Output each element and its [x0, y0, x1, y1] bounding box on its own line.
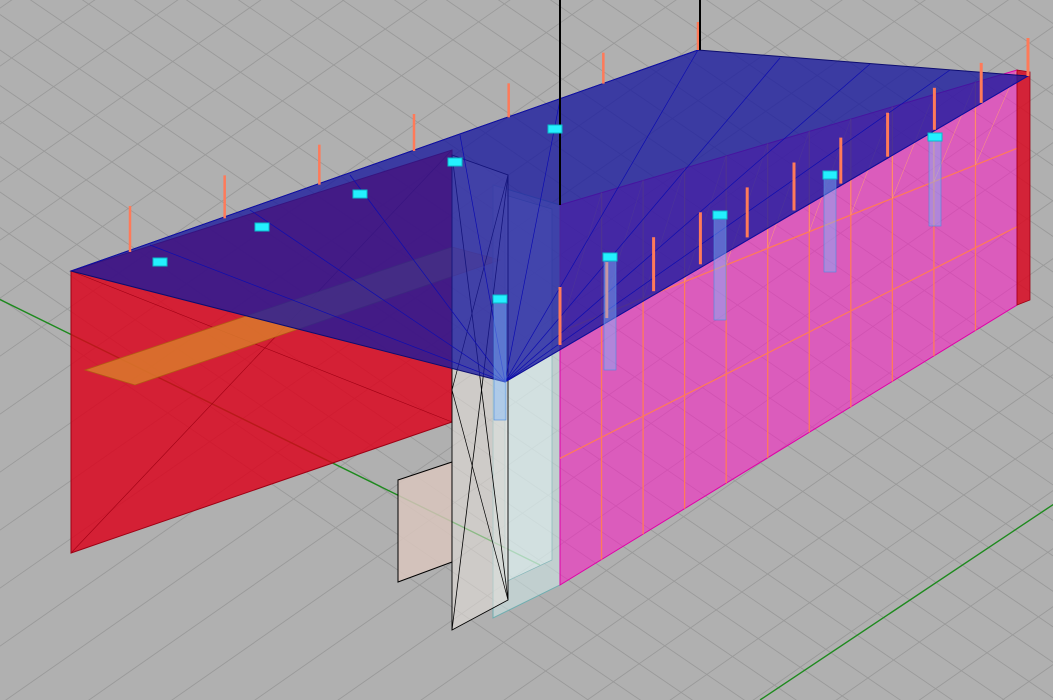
- building-model[interactable]: [71, 0, 1030, 630]
- east-wall: [1017, 70, 1030, 305]
- scene-svg[interactable]: [0, 0, 1053, 700]
- west-wall-door-opening: [398, 462, 452, 582]
- viewport-3d[interactable]: [0, 0, 1053, 700]
- axis-y: [760, 500, 1053, 700]
